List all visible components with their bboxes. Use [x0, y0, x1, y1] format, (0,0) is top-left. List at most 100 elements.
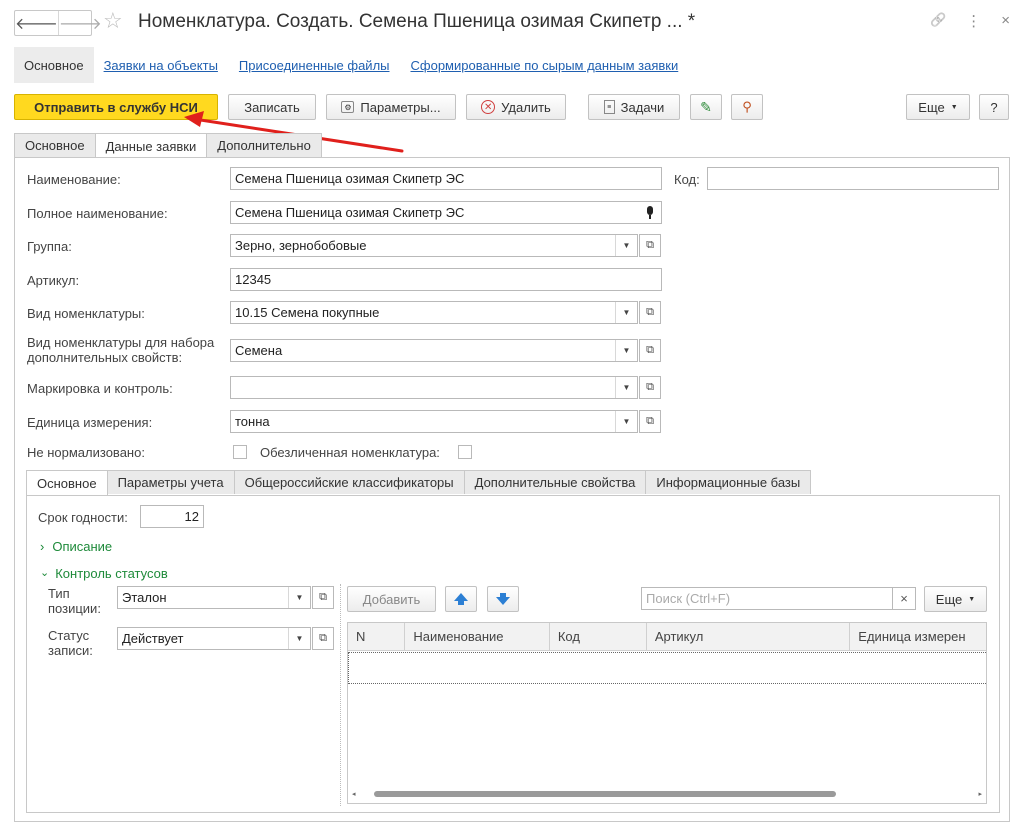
subtab-classifiers[interactable]: Общероссийские классификаторы [233, 470, 465, 494]
chevron-down-icon: ▼ [968, 595, 976, 603]
dropdown-arrow-icon[interactable]: ▼ [615, 235, 637, 256]
pencil-clock-icon: ✎ [700, 98, 712, 115]
hierarchy-icon: ⚲ [742, 99, 752, 114]
depersonalized-checkbox[interactable] [458, 445, 472, 459]
close-icon[interactable]: × [1001, 12, 1010, 30]
record-status-select[interactable]: Действует ▼ [117, 627, 311, 650]
search-input[interactable]: Поиск (Ctrl+F) [641, 587, 893, 610]
tasks-label: Задачи [620, 99, 665, 115]
kind-props-label: Вид номенклатуры для набора дополнительн… [27, 335, 214, 365]
dropdown-arrow-icon[interactable]: ▼ [615, 340, 637, 361]
delete-button[interactable]: ✕ Удалить [466, 94, 566, 120]
shelf-life-label: Срок годности: [38, 510, 128, 525]
article-input[interactable]: 12345 [230, 268, 662, 291]
shelf-life-input[interactable]: 12 [140, 505, 204, 528]
tab-request-data[interactable]: Данные заявки [94, 133, 208, 158]
kind-props-select[interactable]: Семена ▼ [230, 339, 638, 362]
unit-select[interactable]: тонна ▼ [230, 410, 638, 433]
kind-label: Вид номенклатуры: [27, 306, 145, 321]
column-n[interactable]: N [348, 623, 406, 650]
chevron-down-icon: ▼ [950, 103, 958, 111]
code-label: Код: [674, 172, 700, 187]
link-attached-files[interactable]: Присоединенные файлы [239, 58, 390, 73]
link-requests[interactable]: Заявки на объекты [104, 58, 218, 73]
column-name[interactable]: Наименование [405, 623, 550, 650]
open-icon[interactable]: ⧉ [312, 586, 334, 609]
nav-buttons: 🡐 🡒 [14, 10, 102, 36]
fullname-input[interactable]: Семена Пшеница озимая Скипетр ЭС [230, 201, 662, 224]
pos-type-label: Тип позиции: [48, 586, 101, 616]
more-button[interactable]: Еще ▼ [906, 94, 970, 120]
open-icon[interactable]: ⧉ [639, 234, 661, 257]
subtab-accounting[interactable]: Параметры учета [106, 470, 235, 494]
subtab-extra-properties[interactable]: Дополнительные свойства [463, 470, 647, 494]
add-button[interactable]: Добавить [347, 586, 436, 612]
section-links: Основное Заявки на объекты Присоединенны… [14, 47, 689, 83]
back-arrow-icon[interactable]: 🡐 [15, 11, 58, 35]
edit-clock-button[interactable]: ✎ [690, 94, 722, 120]
move-up-button[interactable] [445, 586, 477, 612]
open-icon[interactable]: ⧉ [639, 301, 661, 324]
tab-main[interactable]: Основное [14, 133, 96, 157]
clear-search-icon[interactable]: × [892, 587, 916, 610]
link-main[interactable]: Основное [14, 47, 94, 83]
help-button[interactable]: ? [979, 94, 1009, 120]
scrollbar-thumb[interactable] [373, 791, 836, 797]
open-icon[interactable]: ⧉ [639, 410, 661, 433]
horizontal-scrollbar[interactable]: ◂ ▸ [352, 789, 982, 799]
column-unit[interactable]: Единица измерен [850, 623, 986, 650]
forward-arrow-icon[interactable]: 🡒 [57, 11, 102, 35]
delete-icon: ✕ [481, 100, 496, 114]
favorite-star-icon[interactable]: ☆ [103, 8, 123, 34]
window-controls: 🔗 ⋮ × [930, 12, 1010, 30]
sub-tabs: Основное Параметры учета Общероссийские … [26, 470, 812, 496]
move-down-button[interactable] [487, 586, 519, 612]
pos-type-select[interactable]: Эталон ▼ [117, 586, 311, 609]
article-label: Артикул: [27, 273, 80, 288]
microphone-icon[interactable] [639, 206, 661, 219]
dropdown-arrow-icon[interactable]: ▼ [615, 377, 637, 398]
grid-empty-row[interactable] [348, 652, 986, 684]
not-normalized-checkbox[interactable] [233, 445, 247, 459]
group-select[interactable]: Зерно, зернобобовые ▼ [230, 234, 638, 257]
record-status-label-line2: записи: [48, 643, 93, 658]
arrow-down-icon [496, 593, 510, 605]
description-label: Описание [52, 539, 113, 554]
delete-label: Удалить [501, 99, 551, 115]
main-tabs: Основное Данные заявки Дополнительно [14, 133, 322, 158]
scroll-right-icon[interactable]: ▸ [978, 790, 982, 798]
marking-label: Маркировка и контроль: [27, 381, 173, 396]
marking-select[interactable]: ▼ [230, 376, 638, 399]
more-vertical-icon[interactable]: ⋮ [966, 12, 981, 30]
depersonalized-label: Обезличенная номенклатура: [260, 445, 440, 460]
open-icon[interactable]: ⧉ [312, 627, 334, 650]
code-input[interactable] [707, 167, 999, 190]
scrollbar-track[interactable] [360, 791, 975, 797]
document-icon: ≡ [603, 100, 615, 114]
name-label: Наименование: [27, 172, 121, 187]
dropdown-arrow-icon[interactable]: ▼ [288, 628, 310, 649]
dropdown-arrow-icon[interactable]: ▼ [288, 587, 310, 608]
chevron-right-icon: › [40, 539, 45, 554]
grid-header: N Наименование Код Артикул Единица измер… [348, 623, 986, 651]
dropdown-arrow-icon[interactable]: ▼ [615, 302, 637, 323]
tab-additional[interactable]: Дополнительно [206, 133, 322, 157]
status-control-group[interactable]: ⌄ Контроль статусов [40, 566, 168, 581]
dropdown-arrow-icon[interactable]: ▼ [615, 411, 637, 432]
description-group[interactable]: › Описание [40, 539, 112, 554]
grid-more-label: Еще [935, 591, 963, 607]
link-icon[interactable]: 🔗 [930, 12, 946, 30]
subtab-main[interactable]: Основное [26, 470, 108, 496]
column-article[interactable]: Артикул [647, 623, 851, 650]
open-icon[interactable]: ⧉ [639, 339, 661, 362]
tasks-button[interactable]: ≡ Задачи [588, 94, 680, 120]
grid-more-button[interactable]: Еще ▼ [924, 586, 987, 612]
scroll-left-icon[interactable]: ◂ [352, 790, 356, 798]
open-icon[interactable]: ⧉ [639, 376, 661, 399]
column-code[interactable]: Код [550, 623, 647, 650]
kind-select[interactable]: 10.15 Семена покупные ▼ [230, 301, 638, 324]
subtab-infobases[interactable]: Информационные базы [645, 470, 812, 494]
link-generated-requests[interactable]: Сформированные по сырым данным заявки [411, 58, 679, 73]
hierarchy-button[interactable]: ⚲ [731, 94, 763, 120]
name-input[interactable]: Семена Пшеница озимая Скипетр ЭС [230, 167, 662, 190]
